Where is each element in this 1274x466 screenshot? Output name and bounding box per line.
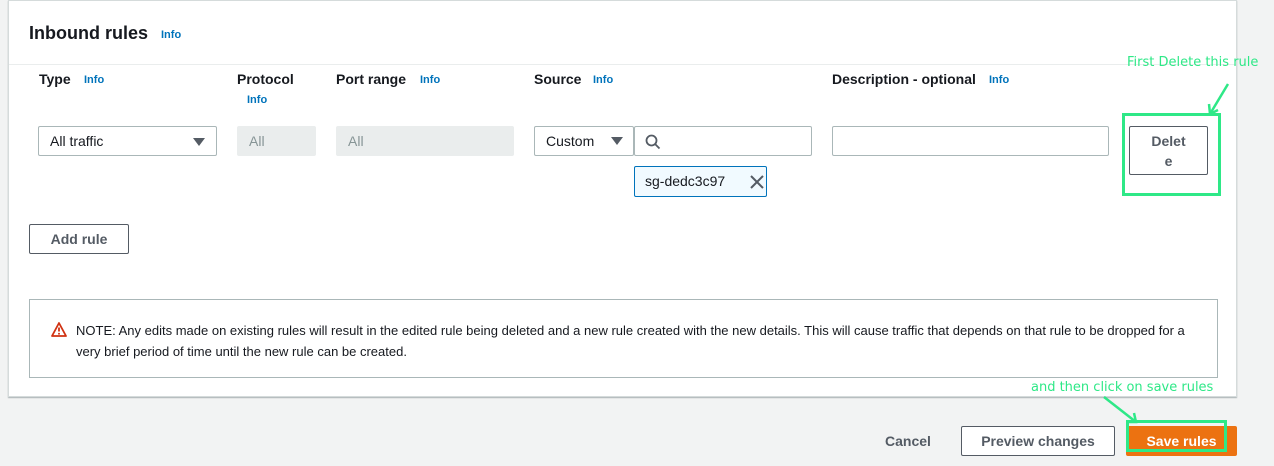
source-type-select[interactable]: Custom — [534, 126, 634, 156]
section-info-link[interactable]: Info — [161, 29, 181, 41]
source-type-value: Custom — [546, 133, 595, 149]
column-source: Source — [534, 71, 582, 87]
type-select-value: All traffic — [50, 133, 104, 149]
search-icon — [645, 134, 661, 150]
warning-icon — [51, 322, 67, 337]
close-icon[interactable] — [750, 175, 764, 189]
notice-text: NOTE: Any edits made on existing rules w… — [76, 323, 1185, 359]
source-info-link[interactable]: Info — [593, 74, 613, 86]
column-port-range: Port range — [336, 71, 407, 87]
source-token: sg-dedc3c97 — [634, 166, 767, 197]
inbound-rules-panel: Inbound rules Info Type Info Protocol In… — [8, 0, 1237, 397]
port-range-info-link[interactable]: Info — [420, 74, 440, 86]
caret-down-icon — [193, 138, 205, 146]
cancel-button[interactable]: Cancel — [885, 433, 931, 449]
description-input[interactable] — [832, 126, 1109, 156]
section-title: Inbound rules — [29, 23, 148, 43]
edit-notice: NOTE: Any edits made on existing rules w… — [29, 299, 1218, 378]
protocol-field: All — [237, 126, 316, 156]
preview-changes-button[interactable]: Preview changes — [961, 426, 1115, 456]
caret-down-icon — [611, 137, 623, 145]
source-token-label: sg-dedc3c97 — [645, 173, 726, 189]
protocol-value: All — [249, 133, 265, 149]
description-info-link[interactable]: Info — [989, 74, 1009, 86]
column-type: Type — [39, 71, 71, 87]
port-range-field: All — [336, 126, 514, 156]
annotation-delete-highlight — [1122, 113, 1221, 196]
annotation-arrow-icon — [1207, 83, 1230, 116]
add-rule-button[interactable]: Add rule — [29, 224, 129, 254]
protocol-info-link[interactable]: Info — [247, 94, 267, 106]
annotation-save-note: and then click on save rules — [1031, 380, 1214, 395]
type-info-link[interactable]: Info — [84, 74, 104, 86]
panel-header: Inbound rules Info — [9, 1, 1236, 65]
annotation-delete-note: First Delete this rule — [1127, 55, 1259, 70]
type-select[interactable]: All traffic — [38, 126, 217, 156]
source-search-input[interactable] — [634, 126, 812, 156]
port-range-value: All — [348, 133, 364, 149]
column-protocol: Protocol — [237, 71, 294, 87]
annotation-save-highlight — [1126, 420, 1227, 452]
column-description: Description - optional — [832, 71, 976, 87]
